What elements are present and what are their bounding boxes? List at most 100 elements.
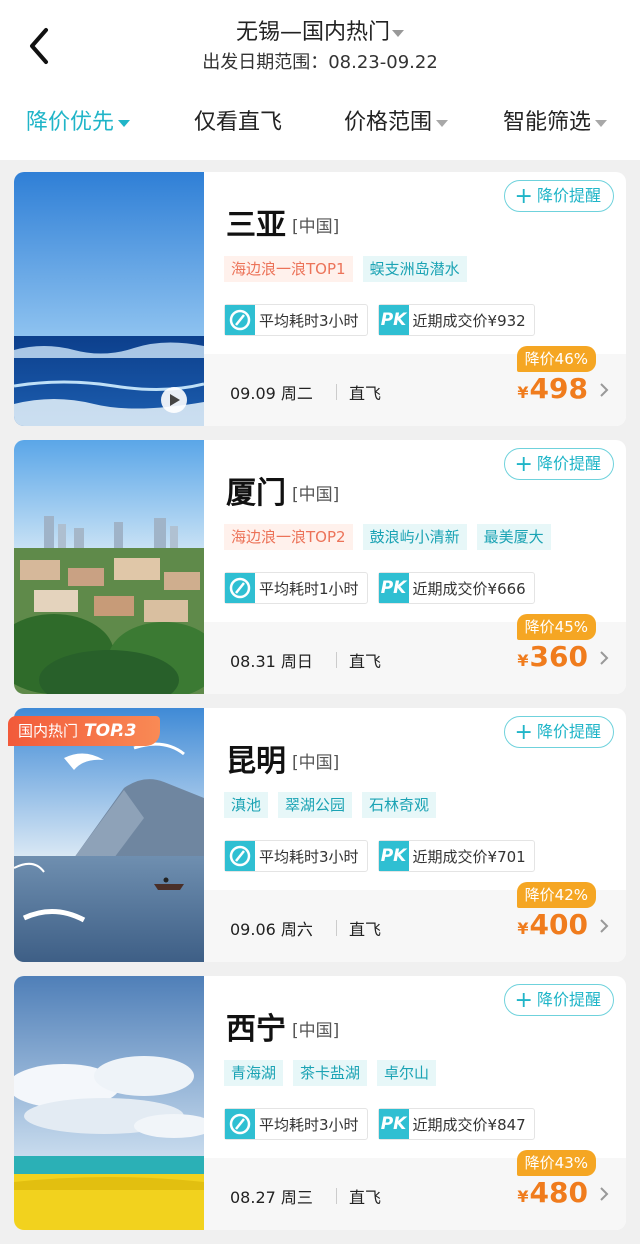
route-dropdown-icon[interactable] bbox=[392, 29, 404, 37]
city-name: 西宁 bbox=[226, 1012, 286, 1047]
currency-symbol: ¥ bbox=[517, 383, 529, 402]
filter-label: 降价优先 bbox=[26, 110, 115, 135]
tag[interactable]: 海边浪一浪TOP2 bbox=[224, 524, 353, 550]
price: ¥360 bbox=[517, 640, 588, 673]
flight-row[interactable]: 08.27 周三 直飞 降价43% ¥480 bbox=[204, 1150, 626, 1230]
price-value: 498 bbox=[529, 372, 588, 405]
caret-down-icon bbox=[595, 119, 608, 127]
flight-type: 直飞 bbox=[349, 652, 382, 671]
chevron-right-icon[interactable] bbox=[598, 382, 610, 398]
price-alert-button[interactable]: + 降价提醒 bbox=[503, 984, 614, 1016]
tag[interactable]: 鼓浪屿小清新 bbox=[362, 524, 467, 550]
clock-icon bbox=[225, 841, 255, 871]
flight-row[interactable]: 09.09 周二 直飞 降价46% ¥498 bbox=[204, 346, 626, 426]
price-alert-label: 降价提醒 bbox=[536, 990, 601, 1009]
route-title[interactable]: 无锡—国内热门 bbox=[0, 14, 640, 46]
avg-time-text: 平均耗时3小时 bbox=[259, 847, 359, 866]
flight-row[interactable]: 08.31 周日 直飞 降价45% ¥360 bbox=[204, 614, 626, 694]
discount-badge: 降价43% bbox=[516, 1150, 596, 1176]
avg-time-stat: 平均耗时3小时 bbox=[224, 1108, 368, 1140]
flight-date: 08.31 周日 bbox=[230, 652, 313, 671]
destination-photo bbox=[14, 708, 204, 962]
price-alert-label: 降价提醒 bbox=[536, 186, 601, 205]
price-alert-label: 降价提醒 bbox=[536, 722, 601, 741]
price: ¥498 bbox=[517, 372, 588, 405]
route-title-text[interactable]: 无锡—国内热门 bbox=[236, 20, 390, 45]
country-name: [中国] bbox=[292, 1021, 340, 1041]
tag[interactable]: 茶卡盐湖 bbox=[293, 1060, 368, 1086]
plus-icon: + bbox=[514, 452, 533, 477]
avg-time-stat: 平均耗时3小时 bbox=[224, 304, 368, 336]
recent-price-text: 近期成交价¥932 bbox=[412, 311, 526, 330]
price-alert-button[interactable]: + 降价提醒 bbox=[503, 716, 614, 748]
stats-row: 平均耗时3小时 PK 近期成交价¥932 bbox=[224, 304, 535, 336]
plus-icon: + bbox=[514, 184, 533, 209]
tag-list: 海边浪一浪TOP1 蜈支洲岛潜水 bbox=[224, 256, 467, 282]
plus-icon: + bbox=[514, 988, 533, 1013]
recent-price-text: 近期成交价¥666 bbox=[412, 579, 526, 598]
chevron-right-icon[interactable] bbox=[598, 650, 610, 666]
tag[interactable]: 石林奇观 bbox=[362, 792, 437, 818]
destination-card-sanya[interactable]: + 降价提醒 三亚 [中国] 海边浪一浪TOP1 蜈支洲岛潜水 平均耗时3小时 P… bbox=[14, 172, 626, 426]
avg-time-stat: 平均耗时1小时 bbox=[224, 572, 368, 604]
flight-type: 直飞 bbox=[349, 384, 382, 403]
price: ¥400 bbox=[517, 908, 588, 941]
tag[interactable]: 最美厦大 bbox=[476, 524, 551, 550]
filter-label: 智能筛选 bbox=[503, 110, 592, 135]
flight-row[interactable]: 09.06 周六 直飞 降价42% ¥400 bbox=[204, 882, 626, 962]
clock-icon bbox=[225, 1109, 255, 1139]
pk-icon: PK bbox=[378, 1109, 409, 1139]
price-value: 360 bbox=[529, 640, 588, 673]
tag[interactable]: 青海湖 bbox=[224, 1060, 284, 1086]
date-range: 出发日期范围：08.23-09.22 bbox=[202, 52, 438, 73]
avg-time-text: 平均耗时3小时 bbox=[259, 1115, 359, 1134]
chevron-right-icon[interactable] bbox=[598, 918, 610, 934]
caret-down-icon bbox=[436, 119, 449, 127]
tag[interactable]: 海边浪一浪TOP1 bbox=[224, 256, 353, 282]
price-alert-button[interactable]: + 降价提醒 bbox=[503, 448, 614, 480]
clock-icon bbox=[225, 305, 255, 335]
filter-smart[interactable]: 智能筛选 bbox=[503, 104, 608, 136]
rank-badge-prefix: 国内热门 bbox=[18, 722, 79, 740]
rank-badge: 国内热门 TOP.3 bbox=[8, 716, 160, 746]
flight-date: 09.06 周六 bbox=[230, 920, 313, 939]
clock-icon bbox=[225, 573, 255, 603]
avg-time-text: 平均耗时3小时 bbox=[259, 311, 359, 330]
country-name: [中国] bbox=[292, 485, 340, 505]
price-value: 400 bbox=[529, 908, 588, 941]
pk-icon: PK bbox=[378, 841, 409, 871]
stats-row: 平均耗时3小时 PK 近期成交价¥847 bbox=[224, 1108, 535, 1140]
tag-list: 滇池 翠湖公园 石林奇观 bbox=[224, 792, 437, 818]
divider bbox=[336, 652, 337, 668]
recent-price-stat: PK 近期成交价¥701 bbox=[377, 840, 535, 872]
destination-photo bbox=[14, 976, 204, 1230]
destination-card-xiamen[interactable]: + 降价提醒 厦门 [中国] 海边浪一浪TOP2 鼓浪屿小清新 最美厦大 平均耗时… bbox=[14, 440, 626, 694]
filter-label: 仅看直飞 bbox=[194, 110, 283, 135]
tag[interactable]: 滇池 bbox=[224, 792, 269, 818]
rank-badge-rank: TOP.3 bbox=[84, 721, 137, 741]
filter-price-drop[interactable]: 降价优先 bbox=[26, 104, 131, 136]
tag[interactable]: 翠湖公园 bbox=[278, 792, 353, 818]
chevron-right-icon[interactable] bbox=[598, 1186, 610, 1202]
avg-time-stat: 平均耗时3小时 bbox=[224, 840, 368, 872]
filter-label: 价格范围 bbox=[344, 110, 433, 135]
pk-icon: PK bbox=[378, 305, 409, 335]
divider bbox=[336, 1188, 337, 1204]
discount-badge: 降价45% bbox=[516, 614, 596, 640]
country-name: [中国] bbox=[292, 753, 340, 773]
filter-bar: 降价优先 仅看直飞 价格范围 智能筛选 bbox=[0, 104, 640, 144]
top-bar: 无锡—国内热门 出发日期范围：08.23-09.22 降价优先 仅看直飞 价格范… bbox=[0, 0, 640, 160]
country-name: [中国] bbox=[292, 217, 340, 237]
destination-card-kunming[interactable]: + 降价提醒 昆明 [中国] 滇池 翠湖公园 石林奇观 平均耗时3小时 PK 近期… bbox=[14, 708, 626, 962]
destination-card-xining[interactable]: + 降价提醒 西宁 [中国] 青海湖 茶卡盐湖 卓尔山 平均耗时3小时 PK 近期… bbox=[14, 976, 626, 1230]
recent-price-stat: PK 近期成交价¥666 bbox=[377, 572, 535, 604]
price-alert-label: 降价提醒 bbox=[536, 454, 601, 473]
plus-icon: + bbox=[514, 720, 533, 745]
filter-price-range[interactable]: 价格范围 bbox=[344, 104, 449, 136]
tag[interactable]: 蜈支洲岛潜水 bbox=[362, 256, 467, 282]
filter-direct-only[interactable]: 仅看直飞 bbox=[194, 104, 282, 136]
currency-symbol: ¥ bbox=[517, 919, 529, 938]
price-alert-button[interactable]: + 降价提醒 bbox=[503, 180, 614, 212]
tag[interactable]: 卓尔山 bbox=[377, 1060, 437, 1086]
tag-list: 海边浪一浪TOP2 鼓浪屿小清新 最美厦大 bbox=[224, 524, 551, 550]
